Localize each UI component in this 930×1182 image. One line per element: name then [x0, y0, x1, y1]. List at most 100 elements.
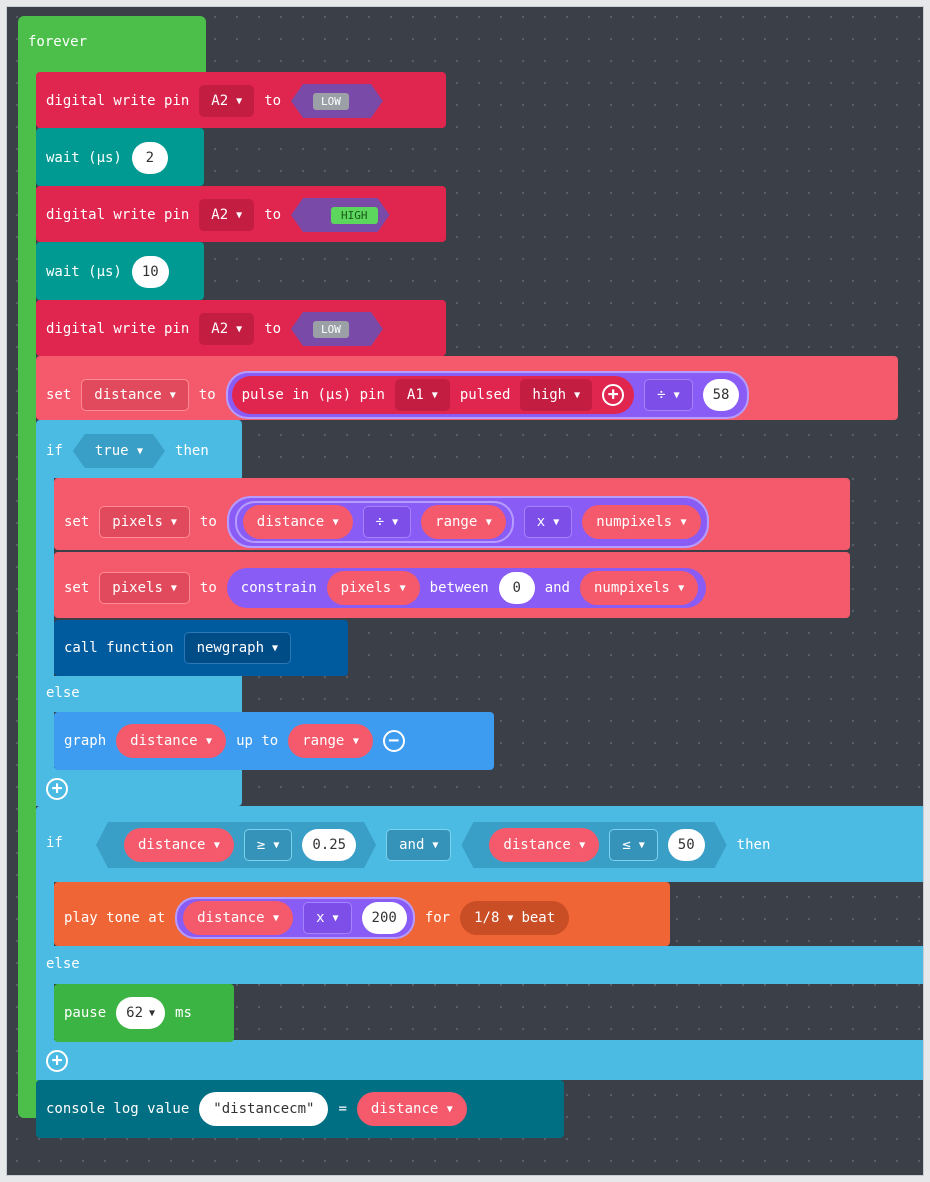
set-label: set	[64, 580, 90, 596]
then-label: then	[175, 443, 209, 459]
chevron-down-icon: ▼	[678, 582, 685, 594]
numpixels-variable[interactable]: numpixels ▼	[579, 571, 699, 605]
forever-label: forever	[28, 34, 87, 50]
to-label: to	[199, 514, 217, 530]
chevron-down-icon: ▼	[206, 735, 213, 747]
chevron-down-icon: ▼	[431, 389, 438, 401]
chevron-down-icon: ▼	[332, 912, 339, 924]
chevron-down-icon: ▼	[680, 516, 687, 528]
divisor-input[interactable]: 58	[702, 379, 740, 411]
chevron-down-icon: ▼	[399, 582, 406, 594]
condition-true[interactable]: true ▼	[73, 434, 165, 468]
chevron-down-icon: ▼	[432, 839, 439, 851]
distance-variable[interactable]: distance ▼	[489, 828, 599, 862]
multiply-expression[interactable]: distance ▼ ÷ ▼ range ▼ x ▼ numpixels ▼	[226, 496, 709, 548]
compare-left[interactable]: distance ▼ ≥ ▼ 0.25	[96, 822, 376, 868]
pin-dropdown[interactable]: A2 ▼	[199, 313, 255, 345]
and-label: and	[544, 580, 570, 596]
operator-dropdown[interactable]: ≥ ▼	[244, 829, 292, 861]
compare-right[interactable]: distance ▼ ≤ ▼ 50	[461, 822, 726, 868]
pixels-variable[interactable]: pixels ▼	[326, 571, 420, 605]
plus-icon[interactable]: +	[602, 384, 625, 406]
if-rail-1	[36, 476, 54, 806]
chevron-down-icon: ▼	[507, 912, 514, 924]
and-dropdown[interactable]: and ▼	[386, 829, 452, 861]
chevron-down-icon: ▼	[170, 582, 177, 594]
chevron-down-icon: ▼	[485, 516, 492, 528]
function-dropdown[interactable]: newgraph ▼	[183, 632, 292, 664]
distance-variable[interactable]: distance ▼	[242, 505, 353, 539]
constrain-block[interactable]: constrain pixels ▼ between 0 and numpixe…	[226, 568, 707, 608]
then-label: then	[736, 837, 771, 853]
distance-variable[interactable]: distance ▼	[183, 901, 294, 935]
set-label: set	[46, 387, 72, 403]
chevron-down-icon: ▼	[272, 642, 279, 654]
beat-dropdown[interactable]: 1/8 ▼ beat	[460, 901, 570, 935]
pulse-in-label: pulse in (µs) pin	[241, 387, 385, 403]
variable-dropdown[interactable]: distance ▼	[81, 379, 189, 411]
plus-icon[interactable]: +	[46, 778, 68, 800]
minus-icon[interactable]: −	[382, 730, 405, 752]
high-value: HIGH	[331, 207, 378, 224]
operator-dropdown[interactable]: x ▼	[523, 506, 573, 538]
if-label: if	[46, 443, 63, 459]
to-label: to	[264, 321, 282, 337]
threshold-input[interactable]: 0.25	[302, 829, 356, 861]
variable-dropdown[interactable]: pixels ▼	[99, 572, 190, 604]
distance-variable[interactable]: distance ▼	[356, 1092, 467, 1126]
chevron-down-icon: ▼	[213, 839, 220, 851]
to-label: to	[264, 207, 282, 223]
distance-variable[interactable]: distance ▼	[116, 724, 227, 758]
low-toggle[interactable]: LOW	[291, 312, 383, 346]
variable-dropdown[interactable]: pixels ▼	[99, 506, 190, 538]
operator-dropdown[interactable]: x ▼	[303, 902, 352, 934]
operator-dropdown[interactable]: ÷ ▼	[644, 379, 693, 411]
range-variable[interactable]: range ▼	[288, 724, 373, 758]
between-label: between	[429, 580, 489, 596]
operator-dropdown[interactable]: ÷ ▼	[362, 506, 412, 538]
chevron-down-icon: ▼	[446, 1103, 453, 1115]
chevron-down-icon: ▼	[236, 209, 243, 221]
key-string-input[interactable]: "distancecm"	[199, 1092, 329, 1126]
console-log-label: console log value	[46, 1101, 190, 1117]
if-footer-2	[36, 1040, 926, 1080]
chevron-down-icon: ▼	[673, 389, 680, 401]
divide-expression[interactable]: pulse in (µs) pin A1 ▼ pulsed high ▼ + ÷ ▼ …	[225, 371, 750, 419]
wait-label: wait (µs)	[46, 150, 122, 166]
pause-value-dropdown[interactable]: 62 ▼	[116, 997, 166, 1029]
ms-label: ms	[175, 1005, 192, 1021]
chevron-down-icon: ▼	[579, 839, 586, 851]
threshold-input[interactable]: 50	[668, 829, 705, 861]
multiply-expression[interactable]: distance ▼ x ▼ 200	[175, 897, 415, 939]
chevron-down-icon: ▼	[149, 1007, 156, 1019]
distance-variable[interactable]: distance ▼	[124, 828, 234, 862]
to-label: to	[264, 93, 282, 109]
pin-dropdown[interactable]: A2 ▼	[199, 85, 255, 117]
high-toggle[interactable]: HIGH	[291, 198, 390, 232]
pin-dropdown[interactable]: A1 ▼	[394, 379, 450, 411]
chevron-down-icon: ▼	[273, 839, 280, 851]
pin-dropdown[interactable]: A2 ▼	[199, 199, 255, 231]
digital-write-label: digital write pin	[46, 93, 190, 109]
chevron-down-icon: ▼	[332, 516, 339, 528]
chevron-down-icon: ▼	[392, 516, 399, 528]
pulse-in-block[interactable]: pulse in (µs) pin A1 ▼ pulsed high ▼ +	[231, 376, 635, 414]
low-input[interactable]: 0	[498, 572, 535, 604]
wait-value-input[interactable]: 2	[131, 142, 168, 174]
level-dropdown[interactable]: high ▼	[520, 379, 593, 411]
chevron-down-icon: ▼	[170, 516, 177, 528]
equals-label: =	[338, 1101, 347, 1117]
pause-label: pause	[64, 1005, 107, 1021]
low-toggle[interactable]: LOW	[291, 84, 383, 118]
pulsed-label: pulsed	[459, 387, 511, 403]
numpixels-variable[interactable]: numpixels ▼	[582, 505, 701, 539]
range-variable[interactable]: range ▼	[421, 505, 506, 539]
plus-icon[interactable]: +	[46, 1050, 68, 1072]
forever-text: forever	[28, 34, 88, 50]
digital-write-label: digital write pin	[46, 207, 190, 223]
divide-expression[interactable]: distance ▼ ÷ ▼ range ▼	[234, 501, 514, 543]
multiplier-input[interactable]: 200	[361, 902, 407, 934]
play-tone-label: play tone at	[64, 910, 166, 926]
wait-value-input[interactable]: 10	[131, 256, 169, 288]
operator-dropdown[interactable]: ≤ ▼	[609, 829, 657, 861]
